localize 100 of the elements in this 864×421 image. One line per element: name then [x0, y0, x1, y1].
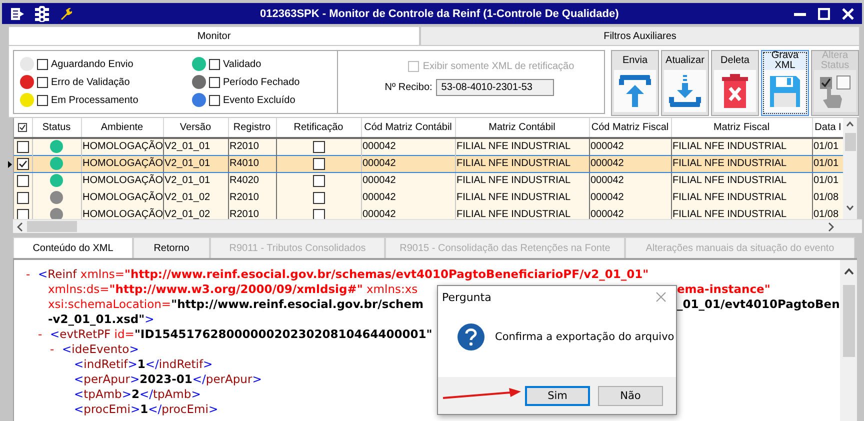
- table-cell: FILIAL NFE INDUSTRIAL: [672, 158, 787, 169]
- table-cell: 000042: [590, 209, 624, 219]
- table-cell: FILIAL NFE INDUSTRIAL: [672, 141, 787, 152]
- table-cell: 000042: [362, 158, 396, 169]
- column-header[interactable]: Matriz Fiscal: [671, 118, 812, 138]
- toolbar-button[interactable]: Atualizar: [661, 50, 709, 116]
- table-cell: V2_01_01: [164, 175, 210, 186]
- table-cell: 000042: [362, 192, 396, 203]
- dialog-button[interactable]: Sim: [525, 386, 590, 406]
- table-cell: 000042: [590, 175, 624, 186]
- xml-text: <tpAmb>2</tpAmb>: [74, 387, 201, 402]
- scrollbar-thumb[interactable]: [844, 133, 856, 151]
- traffic-light-icon[interactable]: [35, 6, 49, 22]
- checkbox[interactable]: [312, 158, 324, 170]
- checkbox[interactable]: [209, 94, 220, 106]
- checkbox[interactable]: [16, 192, 29, 204]
- table-cell: FILIAL NFE INDUSTRIAL: [456, 141, 571, 152]
- legend-label: Erro de Validação: [51, 76, 130, 88]
- upload-icon: [618, 73, 652, 109]
- table-cell: 000042: [590, 158, 624, 169]
- column-header[interactable]: Status: [32, 118, 81, 138]
- legend-label: Evento Excluído: [223, 94, 296, 106]
- table-cell: FILIAL NFE INDUSTRIAL: [456, 209, 571, 219]
- table-cell: 01/08: [814, 209, 839, 219]
- table-cell: FILIAL NFE INDUSTRIAL: [456, 175, 571, 186]
- table-cell: V2_01_01: [164, 158, 210, 169]
- table-cell: R2010: [230, 141, 259, 152]
- field-label: Nº Recibo:: [384, 82, 432, 93]
- table-cell: FILIAL NFE INDUSTRIAL: [456, 192, 571, 203]
- scrollbar-thumb[interactable]: [842, 285, 854, 357]
- checkbox[interactable]: [37, 58, 48, 70]
- table-cell: R4010: [230, 158, 259, 169]
- document-arrow-icon[interactable]: [10, 6, 25, 20]
- tab[interactable]: Conteúdo do XML: [13, 237, 133, 258]
- table-cell: FILIAL NFE INDUSTRIAL: [672, 175, 787, 186]
- xml-text: -v2_01_01.xsd">: [48, 312, 154, 327]
- column-header[interactable]: Versão: [163, 118, 228, 138]
- legend-label: Período Fechado: [223, 76, 300, 88]
- tab[interactable]: Monitor: [8, 26, 420, 45]
- checkbox[interactable]: [16, 140, 29, 153]
- table-cell: V2_01_02: [164, 192, 210, 203]
- scroll-up-icon[interactable]: [846, 121, 854, 127]
- checkbox[interactable]: [37, 94, 48, 106]
- receipt-field[interactable]: 53-08-4010-2301-53: [436, 79, 554, 96]
- column-header[interactable]: Ambiente: [81, 118, 163, 138]
- dialog-button[interactable]: Não: [598, 386, 663, 406]
- checkbox[interactable]: [16, 158, 29, 170]
- table-cell: 000042: [362, 209, 396, 219]
- checkbox[interactable]: [209, 58, 220, 70]
- table-cell: FILIAL NFE INDUSTRIAL: [672, 192, 787, 203]
- toolbar-button[interactable]: Deleta: [711, 50, 759, 116]
- xml-text: <Reinf xmlns="http://www.reinf.esocial.gov.br/schemas/evt4010PagtoBeneficiarioPF/v2_01_01": [38, 267, 649, 282]
- table-cell: 01/01: [814, 175, 839, 186]
- table-cell: 000042: [362, 175, 396, 186]
- maximize-icon[interactable]: [818, 8, 830, 20]
- checkbox[interactable]: [312, 140, 324, 153]
- tab[interactable]: Filtros Auxiliares: [420, 26, 860, 45]
- collapse-toggle[interactable]: -: [38, 327, 50, 342]
- column-header[interactable]: Cód Matriz Contábil: [361, 118, 455, 138]
- table-cell: 000042: [590, 141, 624, 152]
- scroll-down-icon[interactable]: [846, 205, 854, 211]
- scrollbar-thumb[interactable]: [27, 221, 77, 232]
- collapse-toggle[interactable]: -: [26, 267, 38, 282]
- dialog-title: Pergunta: [442, 290, 492, 304]
- toolbar-button[interactable]: Envia: [611, 50, 659, 116]
- legend-label: Aguardando Envio: [51, 58, 134, 70]
- xml-text: xsi:schemaLocation="http://www.reinf.esocial.gov.br/schem: [48, 297, 424, 312]
- scroll-up-icon[interactable]: [844, 268, 854, 275]
- checkbox-label: Exibir somente XML de retificação: [422, 61, 574, 72]
- column-header[interactable]: Cód Matriz Fiscal: [589, 118, 671, 138]
- checkbox[interactable]: [312, 192, 324, 204]
- table-cell: R2010: [230, 192, 259, 203]
- question-icon: [457, 322, 485, 350]
- column-header[interactable]: Retificação: [276, 118, 361, 138]
- row-pointer-icon: [8, 161, 12, 168]
- window-title: 012363SPK - Monitor de Controle da Reinf (1-Controle De Qualidade): [260, 8, 620, 20]
- column-header[interactable]: Registro: [228, 118, 276, 138]
- checkbox[interactable]: [37, 76, 48, 88]
- xml-text: ema-instance": [677, 282, 770, 296]
- checkbox[interactable]: [209, 76, 220, 88]
- select-all-icon[interactable]: [18, 122, 28, 132]
- xml-text: _01_01/evt4010PagtoBen: [677, 297, 840, 311]
- toolbar-button[interactable]: Grava XML: [761, 50, 809, 116]
- table-cell: V2_01_02: [164, 209, 210, 219]
- xml-text: <evtRetPF id="ID1545176280000002023020810464400001": [50, 327, 432, 342]
- column-header[interactable]: Matriz Contábil: [455, 118, 589, 138]
- checkbox[interactable]: [16, 174, 29, 187]
- column-header[interactable]: Data I: [812, 118, 843, 138]
- xml-text: <indRetif>1</indRetif>: [74, 357, 213, 372]
- table-cell: FILIAL NFE INDUSTRIAL: [456, 158, 571, 169]
- wrench-icon[interactable]: [59, 6, 73, 20]
- collapse-toggle[interactable]: -: [50, 342, 62, 357]
- legend-label: Em Processamento: [51, 94, 138, 106]
- table-cell: 01/01: [814, 158, 839, 169]
- table-cell: R2010: [230, 209, 259, 219]
- table-cell: 01/01: [814, 141, 839, 152]
- xml-text: <procEmi>1</procEmi>: [74, 402, 218, 417]
- tab[interactable]: Retorno: [133, 237, 210, 258]
- download-icon: [668, 73, 702, 109]
- checkbox[interactable]: [312, 174, 324, 187]
